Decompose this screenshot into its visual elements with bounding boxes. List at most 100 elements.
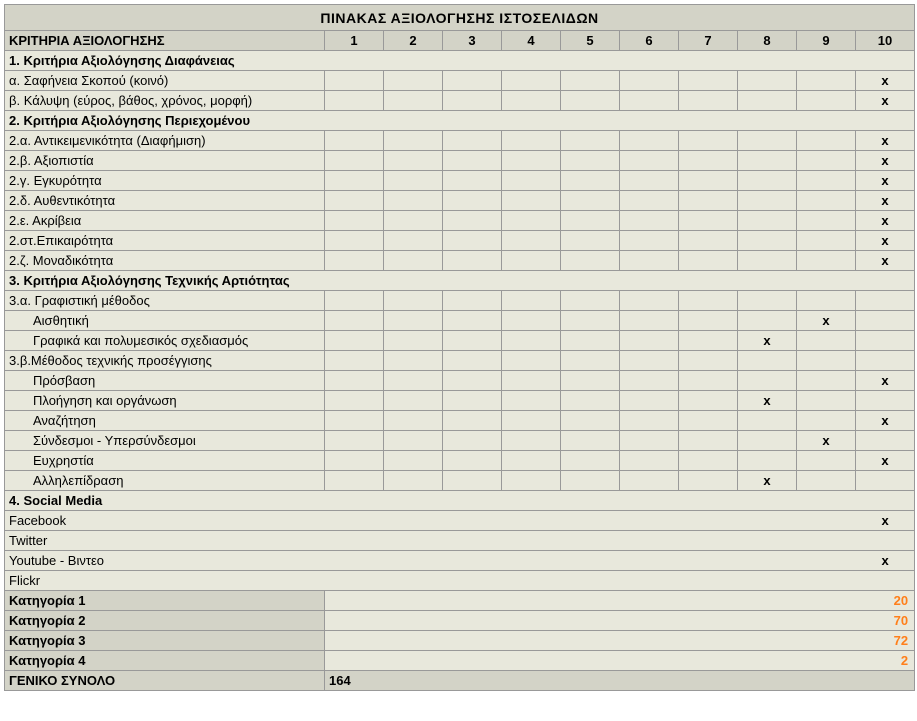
evaluation-table: ΠΙΝΑΚΑΣ ΑΞΙΟΛΟΓΗΣΗΣ ΙΣΤΟΣΕΛΙΔΩΝ ΚΡΙΤΗΡΙΑ… xyxy=(4,4,915,691)
score-cell xyxy=(443,171,502,191)
score-cell xyxy=(679,211,738,231)
table-row: Αναζήτησηx xyxy=(5,411,915,431)
row-label: Flickr xyxy=(5,571,915,591)
score-cell: x xyxy=(797,431,856,451)
score-cell xyxy=(679,91,738,111)
score-cell xyxy=(797,211,856,231)
score-cell xyxy=(856,391,915,411)
score-cell xyxy=(502,191,561,211)
score-cell xyxy=(502,371,561,391)
table-row: Twitter xyxy=(5,531,915,551)
score-cell xyxy=(384,171,443,191)
score-cell xyxy=(679,311,738,331)
row-label: Twitter xyxy=(5,531,915,551)
score-cell xyxy=(384,191,443,211)
score-cell xyxy=(738,311,797,331)
col-header: 2 xyxy=(384,31,443,51)
score-cell xyxy=(384,91,443,111)
score-cell xyxy=(738,211,797,231)
row-label: Youtube - Βιντεοx xyxy=(5,551,915,571)
score-cell xyxy=(738,351,797,371)
row-label: Αλληλεπίδραση xyxy=(5,471,325,491)
score-cell xyxy=(620,431,679,451)
score-cell xyxy=(443,371,502,391)
score-cell xyxy=(797,331,856,351)
score-cell xyxy=(384,71,443,91)
section-row: 3. Κριτήρια Αξιολόγησης Τεχνικής Αρτιότη… xyxy=(5,271,915,291)
score-cell xyxy=(502,211,561,231)
score-cell xyxy=(620,331,679,351)
score-cell: x xyxy=(856,411,915,431)
score-cell xyxy=(443,131,502,151)
score-cell xyxy=(443,471,502,491)
score-cell xyxy=(797,451,856,471)
score-cell xyxy=(797,131,856,151)
total-value: 164 xyxy=(325,671,915,691)
score-cell xyxy=(738,431,797,451)
category-value: 72 xyxy=(325,631,915,651)
score-cell xyxy=(443,291,502,311)
score-cell xyxy=(620,411,679,431)
score-cell xyxy=(620,91,679,111)
score-cell xyxy=(738,191,797,211)
score-cell xyxy=(325,351,384,371)
score-cell xyxy=(561,331,620,351)
table-row: 2.ζ. Μοναδικότηταx xyxy=(5,251,915,271)
score-cell xyxy=(856,311,915,331)
score-cell xyxy=(325,311,384,331)
score-cell xyxy=(502,391,561,411)
col-header: 8 xyxy=(738,31,797,51)
score-cell xyxy=(561,191,620,211)
table-row: Flickr xyxy=(5,571,915,591)
score-cell xyxy=(679,471,738,491)
score-cell xyxy=(561,311,620,331)
row-label: Αισθητική xyxy=(5,311,325,331)
score-cell xyxy=(384,411,443,431)
score-cell: x xyxy=(856,451,915,471)
score-cell xyxy=(561,451,620,471)
score-cell: x xyxy=(856,211,915,231)
score-cell xyxy=(856,291,915,311)
score-cell: x xyxy=(738,471,797,491)
table-title: ΠΙΝΑΚΑΣ ΑΞΙΟΛΟΓΗΣΗΣ ΙΣΤΟΣΕΛΙΔΩΝ xyxy=(5,5,915,31)
row-label: 2.β. Αξιοπιστία xyxy=(5,151,325,171)
score-cell xyxy=(384,311,443,331)
score-cell xyxy=(679,191,738,211)
score-cell xyxy=(325,211,384,231)
score-cell xyxy=(443,351,502,371)
score-cell xyxy=(443,411,502,431)
score-cell xyxy=(443,91,502,111)
score-cell xyxy=(502,251,561,271)
score-cell xyxy=(384,291,443,311)
score-cell xyxy=(325,451,384,471)
score-cell xyxy=(443,211,502,231)
score-cell xyxy=(738,451,797,471)
score-cell xyxy=(325,151,384,171)
score-cell xyxy=(679,331,738,351)
score-cell xyxy=(325,91,384,111)
table-row: 2.α. Αντικειμενικότητα (Διαφήμιση)x xyxy=(5,131,915,151)
section-label: 2. Κριτήρια Αξιολόγησης Περιεχομένου xyxy=(5,111,915,131)
score-cell xyxy=(443,151,502,171)
table-row: 2.γ. Εγκυρότηταx xyxy=(5,171,915,191)
score-cell xyxy=(384,391,443,411)
score-cell xyxy=(384,151,443,171)
score-cell xyxy=(502,231,561,251)
category-label: Κατηγορία 2 xyxy=(5,611,325,631)
row-label: 2.στ.Επικαιρότητα xyxy=(5,231,325,251)
score-cell: x xyxy=(738,331,797,351)
col-header: 9 xyxy=(797,31,856,51)
category-label: Κατηγορία 3 xyxy=(5,631,325,651)
header-row: ΚΡΙΤΗΡΙΑ ΑΞΙΟΛΟΓΗΣΗΣ 1 2 3 4 5 6 7 8 9 1… xyxy=(5,31,915,51)
category-value: 20 xyxy=(325,591,915,611)
score-cell xyxy=(502,331,561,351)
score-cell xyxy=(384,471,443,491)
score-cell xyxy=(797,71,856,91)
score-cell xyxy=(679,71,738,91)
score-cell xyxy=(620,311,679,331)
score-cell xyxy=(679,391,738,411)
table-row: 2.β. Αξιοπιστίαx xyxy=(5,151,915,171)
row-label: 2.δ. Αυθεντικότητα xyxy=(5,191,325,211)
row-label: Πλοήγηση και οργάνωση xyxy=(5,391,325,411)
score-cell xyxy=(384,131,443,151)
